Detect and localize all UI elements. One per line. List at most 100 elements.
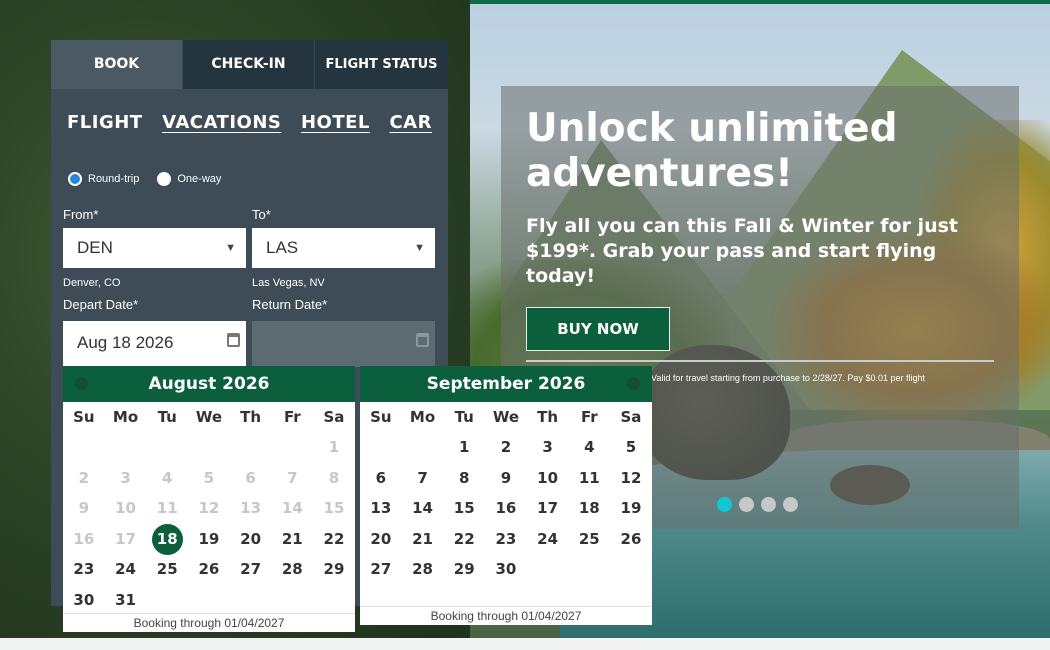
carousel-dot-2[interactable] <box>739 497 754 512</box>
calendar-day: 12 <box>198 499 220 517</box>
page-bottom-strip <box>0 638 1050 650</box>
calendar-august: August 2026 Su Mo Tu We Th Fr Sa 1 2 3 4 5 6 7 8 9 10 11 1… <box>63 366 355 632</box>
calendar-day[interactable]: 8 <box>443 463 485 494</box>
calendar-day[interactable]: 4 <box>568 432 610 463</box>
calendar-day[interactable]: 29 <box>443 554 485 585</box>
calendar-day[interactable]: 3 <box>527 432 569 463</box>
calendar-day: 7 <box>287 468 298 487</box>
calendar-day[interactable]: 14 <box>402 493 444 524</box>
tab-flight-status[interactable]: FLIGHT STATUS <box>315 40 448 89</box>
promo-fine-print: Valid for travel starting from purchase … <box>651 373 925 383</box>
calendar-day[interactable]: 7 <box>402 463 444 494</box>
calendar-header: August 2026 <box>63 366 355 402</box>
calendar-day[interactable]: 15 <box>443 493 485 524</box>
calendar-day: 1 <box>328 438 340 456</box>
carousel-dot-1[interactable] <box>717 497 732 512</box>
calendar-day[interactable]: 11 <box>568 463 610 494</box>
calendar-day[interactable]: 27 <box>230 554 272 585</box>
weekday-header: Mo <box>112 408 139 426</box>
weekday-header: Tu <box>454 408 474 426</box>
carousel-dot-4[interactable] <box>783 497 798 512</box>
depart-date-input[interactable]: Aug 18 2026 <box>63 321 246 367</box>
buy-now-button[interactable]: BUY NOW <box>526 307 670 351</box>
mode-flight[interactable]: FLIGHT <box>67 112 143 136</box>
tab-book[interactable]: BOOK <box>51 40 183 89</box>
weekday-header: Sa <box>620 408 642 426</box>
weekday-header: We <box>195 408 222 426</box>
calendar-day[interactable]: 28 <box>271 554 313 585</box>
calendar-day[interactable]: 13 <box>360 493 402 524</box>
prev-month-icon[interactable] <box>75 377 88 390</box>
calendar-day[interactable]: 25 <box>146 554 188 585</box>
calendar-day[interactable]: 29 <box>313 554 355 585</box>
calendar-empty-cell <box>271 432 313 463</box>
calendar-day[interactable]: 16 <box>485 493 527 524</box>
trip-type-group: Round-trip One-way <box>68 172 221 186</box>
calendar-day[interactable]: 25 <box>568 524 610 555</box>
to-select[interactable]: LAS ▼ <box>252 228 435 268</box>
weekday-header: Mo <box>409 408 436 426</box>
calendar-icon <box>227 333 240 347</box>
calendar-day-selected[interactable]: 18 <box>146 523 188 555</box>
calendar-day[interactable]: 19 <box>610 493 652 524</box>
calendar-day: 15 <box>323 499 345 517</box>
one-way-label: One-way <box>177 173 222 185</box>
calendar-day[interactable]: 5 <box>610 432 652 463</box>
to-city: Las Vegas, NV <box>252 277 325 289</box>
calendar-month-title: September 2026 <box>426 374 586 394</box>
calendar-day[interactable]: 22 <box>313 524 355 555</box>
calendar-day[interactable]: 9 <box>485 463 527 494</box>
one-way-radio[interactable]: One-way <box>157 172 221 186</box>
calendar-day[interactable]: 20 <box>360 524 402 555</box>
calendar-day[interactable]: 24 <box>105 554 147 585</box>
tab-check-in[interactable]: CHECK-IN <box>183 40 315 89</box>
calendar-day[interactable]: 31 <box>105 585 147 616</box>
mode-vacations[interactable]: VACATIONS <box>162 112 281 136</box>
calendar-day[interactable]: 21 <box>402 524 444 555</box>
carousel-dot-3[interactable] <box>761 497 776 512</box>
round-trip-radio[interactable]: Round-trip <box>68 172 139 186</box>
calendar-day[interactable]: 19 <box>188 524 230 555</box>
calendar-day[interactable]: 23 <box>485 524 527 555</box>
radio-selected-icon <box>68 172 82 186</box>
calendar-day[interactable]: 2 <box>485 432 527 463</box>
calendar-day[interactable]: 26 <box>610 524 652 555</box>
calendar-day[interactable]: 30 <box>485 554 527 585</box>
weekday-header: Su <box>73 408 95 426</box>
calendar-day[interactable]: 23 <box>63 554 105 585</box>
calendar-day[interactable]: 28 <box>402 554 444 585</box>
to-label: To* <box>252 207 271 222</box>
depart-date-label: Depart Date* <box>63 297 139 312</box>
calendar-day[interactable]: 18 <box>568 493 610 524</box>
from-label: From* <box>63 207 99 222</box>
calendar-day: 4 <box>162 468 173 487</box>
calendar-day: 13 <box>240 499 262 517</box>
mode-car[interactable]: CAR <box>389 112 432 136</box>
calendar-day[interactable]: 6 <box>360 463 402 494</box>
calendar-day[interactable]: 26 <box>188 554 230 585</box>
calendar-day[interactable]: 17 <box>527 493 569 524</box>
next-month-icon[interactable] <box>627 377 640 390</box>
weekday-header: Fr <box>580 408 598 426</box>
calendar-day[interactable]: 24 <box>527 524 569 555</box>
calendar-day[interactable]: 12 <box>610 463 652 494</box>
radio-empty-icon <box>157 172 172 186</box>
booking-tabs: BOOK CHECK-IN FLIGHT STATUS <box>51 40 448 89</box>
depart-date-value: Aug 18 2026 <box>77 333 174 352</box>
return-date-input[interactable] <box>252 321 435 367</box>
calendar-day[interactable]: 21 <box>271 524 313 555</box>
weekday-header: Sa <box>323 408 345 426</box>
calendar-day: 17 <box>115 529 136 548</box>
calendar-day[interactable]: 30 <box>63 585 105 616</box>
calendar-day[interactable]: 27 <box>360 554 402 585</box>
from-select[interactable]: DEN ▼ <box>63 228 246 268</box>
calendar-day[interactable]: 10 <box>527 463 569 494</box>
calendar-month-title: August 2026 <box>148 374 270 394</box>
calendar-grid: Su Mo Tu We Th Fr Sa 1 2 3 4 5 6 7 8 9 10 11 12 13 14 15 16 17 1… <box>360 402 652 585</box>
calendar-day[interactable]: 22 <box>443 524 485 555</box>
calendar-day[interactable]: 1 <box>443 432 485 463</box>
calendar-empty-cell <box>146 432 188 463</box>
mode-hotel[interactable]: HOTEL <box>301 112 370 136</box>
calendar-day[interactable]: 20 <box>230 524 272 555</box>
calendar-empty-cell <box>105 432 147 463</box>
